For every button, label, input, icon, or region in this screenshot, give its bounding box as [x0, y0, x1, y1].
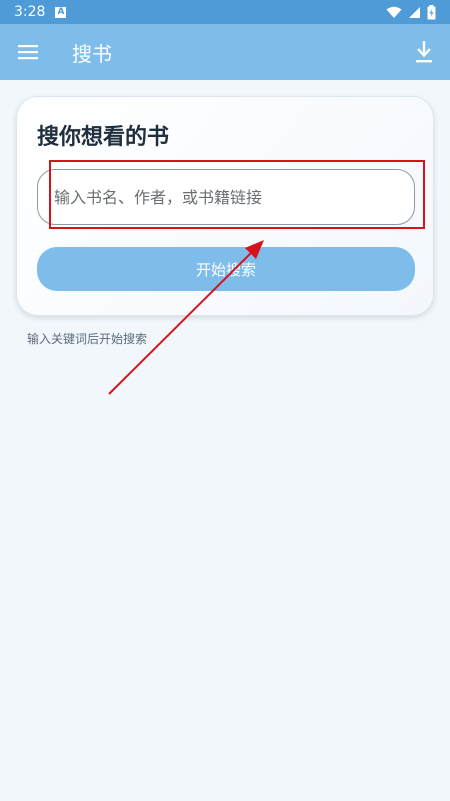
start-search-button[interactable]: 开始搜索 [37, 247, 415, 291]
wifi-icon [386, 6, 402, 18]
status-icons [386, 4, 436, 20]
download-icon [416, 41, 432, 63]
hint-text: 输入关键词后开始搜索 [27, 332, 148, 346]
menu-icon [18, 45, 38, 60]
status-time: 3:28 [14, 4, 46, 20]
battery-icon [427, 4, 436, 19]
search-input[interactable] [37, 169, 415, 225]
app-bar: 搜书 [0, 24, 450, 80]
page-title: 搜书 [72, 41, 112, 66]
card-title: 搜你想看的书 [37, 125, 170, 150]
status-bar: 3:28 A [0, 0, 450, 24]
menu-button[interactable] [0, 24, 56, 80]
search-card: 搜你想看的书 开始搜索 [16, 96, 434, 316]
download-button[interactable] [398, 24, 450, 80]
a-icon: A [55, 6, 67, 18]
signal-icon [409, 6, 420, 18]
